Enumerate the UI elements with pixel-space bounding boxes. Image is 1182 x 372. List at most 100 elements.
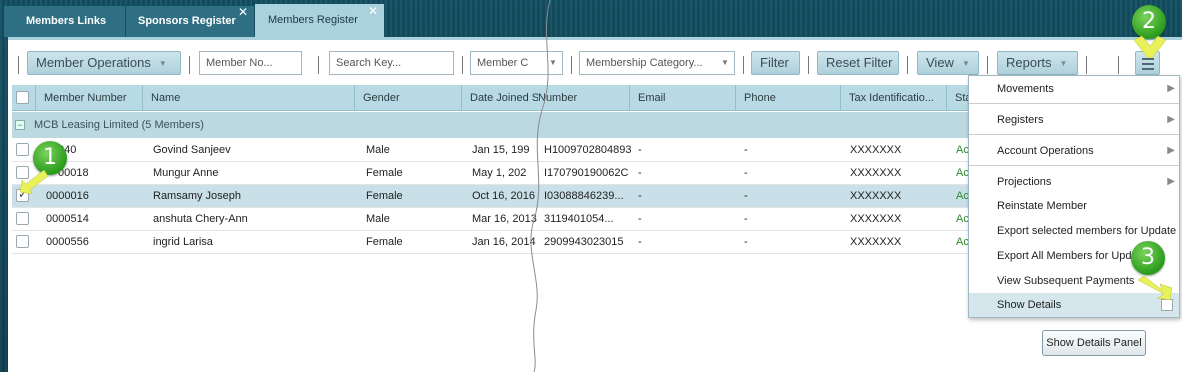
cell-gender: Male (366, 213, 390, 225)
tab-label: Members Links (26, 15, 107, 27)
cell-tax: XXXXXXX (850, 236, 902, 248)
show-details-checkbox[interactable] (1161, 299, 1173, 311)
menu-icon-line (1142, 68, 1154, 70)
reports-button[interactable]: Reports ▼ (997, 51, 1078, 75)
select-all-checkbox[interactable] (16, 91, 29, 104)
row-checkbox[interactable] (16, 212, 29, 225)
menu-item-registers[interactable]: Registers ▶ (969, 108, 1179, 132)
page-tear-line (530, 0, 551, 372)
menu-item-movements[interactable]: Movements ▶ (969, 77, 1179, 101)
member-operations-label: Member Operations (36, 55, 151, 70)
collapse-icon[interactable]: − (15, 120, 25, 130)
cell-name: Ramsamy Joseph (153, 190, 242, 202)
cell-phone: - (744, 236, 748, 248)
toolbar-separator (808, 56, 809, 74)
cell-tax: XXXXXXX (850, 167, 902, 179)
menu-item-account-operations[interactable]: Account Operations ▶ (969, 139, 1179, 163)
cell-gender: Female (366, 167, 403, 179)
row-checkbox[interactable] (16, 143, 29, 156)
cell-member-number: 0000016 (46, 190, 89, 202)
member-no-input[interactable]: Member No... (199, 51, 302, 75)
column-phone[interactable]: Phone (735, 85, 840, 111)
menu-item-projections[interactable]: Projections ▶ (969, 170, 1179, 194)
menu-item-label: Show Details (997, 299, 1062, 311)
submenu-arrow-icon: ▶ (1167, 83, 1175, 94)
cell-name: anshuta Chery-Ann (153, 213, 248, 225)
cell-gender: Female (366, 190, 403, 202)
cell-tax: XXXXXXX (850, 144, 902, 156)
toolbar-separator (907, 56, 908, 74)
column-member-number[interactable]: Member Number (35, 85, 142, 111)
menu-item-label: Projections (997, 176, 1052, 188)
cell-name: Mungur Anne (153, 167, 219, 179)
membership-category-value: Membership Category... (586, 57, 703, 69)
close-icon[interactable]: ✕ (238, 0, 248, 28)
reset-filter-button[interactable]: Reset Filter (817, 51, 899, 75)
cell-gender: Female (366, 236, 403, 248)
menu-item-reinstate-member[interactable]: Reinstate Member (969, 194, 1179, 218)
annotation-badge-3: 3 (1131, 241, 1165, 275)
toolbar-separator (987, 56, 988, 74)
toolbar-separator (318, 56, 319, 74)
column-email[interactable]: Email (629, 85, 735, 111)
close-icon[interactable]: ✕ (368, 0, 378, 28)
cell-member-number: 0000556 (46, 236, 89, 248)
toolbar-separator (1086, 56, 1087, 74)
caret-down-icon: ▼ (158, 58, 167, 68)
menu-item-label: Movements (997, 83, 1054, 95)
cell-tax: XXXXXXX (850, 190, 902, 202)
annotation-arrow-icon (19, 170, 48, 194)
menu-item-label: Account Operations (997, 145, 1094, 157)
toolbar-separator (189, 56, 190, 74)
cell-status: Ac (956, 167, 969, 179)
toolbar-separator (462, 56, 463, 74)
cell-email: - (638, 144, 642, 156)
menu-divider (969, 165, 1179, 166)
tab-label: Members Register (268, 14, 358, 26)
view-button[interactable]: View ▼ (917, 51, 979, 75)
view-label: View (926, 55, 954, 70)
menu-icon-line (1142, 58, 1154, 60)
group-label: MCB Leasing Limited (5 Members) (34, 119, 204, 131)
menu-icon-line (1142, 63, 1154, 65)
column-gender[interactable]: Gender (354, 85, 461, 111)
submenu-arrow-icon: ▶ (1167, 176, 1175, 187)
filter-button[interactable]: Filter (751, 51, 800, 75)
caret-down-icon: ▼ (721, 58, 729, 67)
membership-category-select[interactable]: Membership Category... ▼ (579, 51, 735, 75)
cell-email: - (638, 236, 642, 248)
cell-email: - (638, 167, 642, 179)
cell-phone: - (744, 144, 748, 156)
search-key-input[interactable]: Search Key... (329, 51, 454, 75)
cell-email: - (638, 213, 642, 225)
tab-members-links[interactable]: Members Links (4, 6, 126, 37)
cell-phone: - (744, 213, 748, 225)
cell-member-number: 0000514 (46, 213, 89, 225)
tab-label: Sponsors Register (138, 15, 236, 27)
show-details-panel-button[interactable]: Show Details Panel (1042, 330, 1146, 356)
tab-sponsors-register[interactable]: Sponsors Register ✕ (126, 5, 255, 37)
annotation-arrow-icon (1138, 276, 1173, 300)
annotation-arrow-icon (1134, 36, 1166, 58)
caret-down-icon: ▼ (961, 58, 970, 68)
column-tax-identification[interactable]: Tax Identificatio... (840, 85, 946, 111)
tab-members-register[interactable]: Members Register ✕ (255, 4, 385, 37)
reports-label: Reports (1006, 55, 1052, 70)
cell-phone: - (744, 167, 748, 179)
menu-divider (969, 103, 1179, 104)
toolbar-separator (18, 56, 19, 74)
row-checkbox[interactable] (16, 235, 29, 248)
cell-tax: XXXXXXX (850, 213, 902, 225)
annotation-badge-2: 2 (1132, 5, 1166, 39)
toolbar-separator (743, 56, 744, 74)
cell-status: Ac (956, 190, 969, 202)
member-operations-button[interactable]: Member Operations ▼ (27, 51, 181, 75)
menu-item-export-selected[interactable]: Export selected members for Update (969, 219, 1179, 243)
column-name[interactable]: Name (142, 85, 354, 111)
cell-status: Ac (956, 144, 969, 156)
cell-phone: - (744, 190, 748, 202)
tab-bar: Members Links Sponsors Register ✕ Members… (0, 0, 1182, 37)
menu-divider (969, 134, 1179, 135)
submenu-arrow-icon: ▶ (1167, 114, 1175, 125)
cell-status: Ac (956, 213, 969, 225)
